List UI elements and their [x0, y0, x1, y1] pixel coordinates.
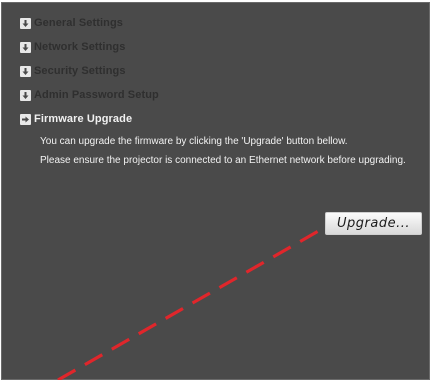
- firmware-description-line2: Please ensure the projector is connected…: [40, 155, 406, 166]
- menu-item-label: General Settings: [34, 17, 124, 29]
- arrow-down-icon: [20, 17, 31, 29]
- menu-item-admin-password-setup[interactable]: Admin Password Setup: [20, 87, 159, 103]
- menu-item-label: Security Settings: [34, 65, 126, 77]
- menu-item-label: Admin Password Setup: [34, 89, 159, 101]
- arrow-down-icon: [20, 41, 31, 53]
- upgrade-button[interactable]: Upgrade...: [325, 212, 422, 235]
- arrow-down-icon: [20, 89, 31, 101]
- settings-panel: General Settings Network Settings Securi…: [1, 2, 430, 380]
- menu-item-general-settings[interactable]: General Settings: [20, 15, 123, 31]
- arrow-down-icon: [20, 65, 31, 77]
- page-frame: General Settings Network Settings Securi…: [0, 0, 437, 380]
- firmware-description-line1: You can upgrade the firmware by clicking…: [40, 136, 348, 147]
- arrow-right-icon: [20, 113, 31, 125]
- menu-item-label: Network Settings: [34, 41, 126, 53]
- menu-item-firmware-upgrade[interactable]: Firmware Upgrade: [20, 111, 132, 127]
- menu-item-security-settings[interactable]: Security Settings: [20, 63, 126, 79]
- menu-item-label: Firmware Upgrade: [34, 113, 133, 125]
- menu-item-network-settings[interactable]: Network Settings: [20, 39, 125, 55]
